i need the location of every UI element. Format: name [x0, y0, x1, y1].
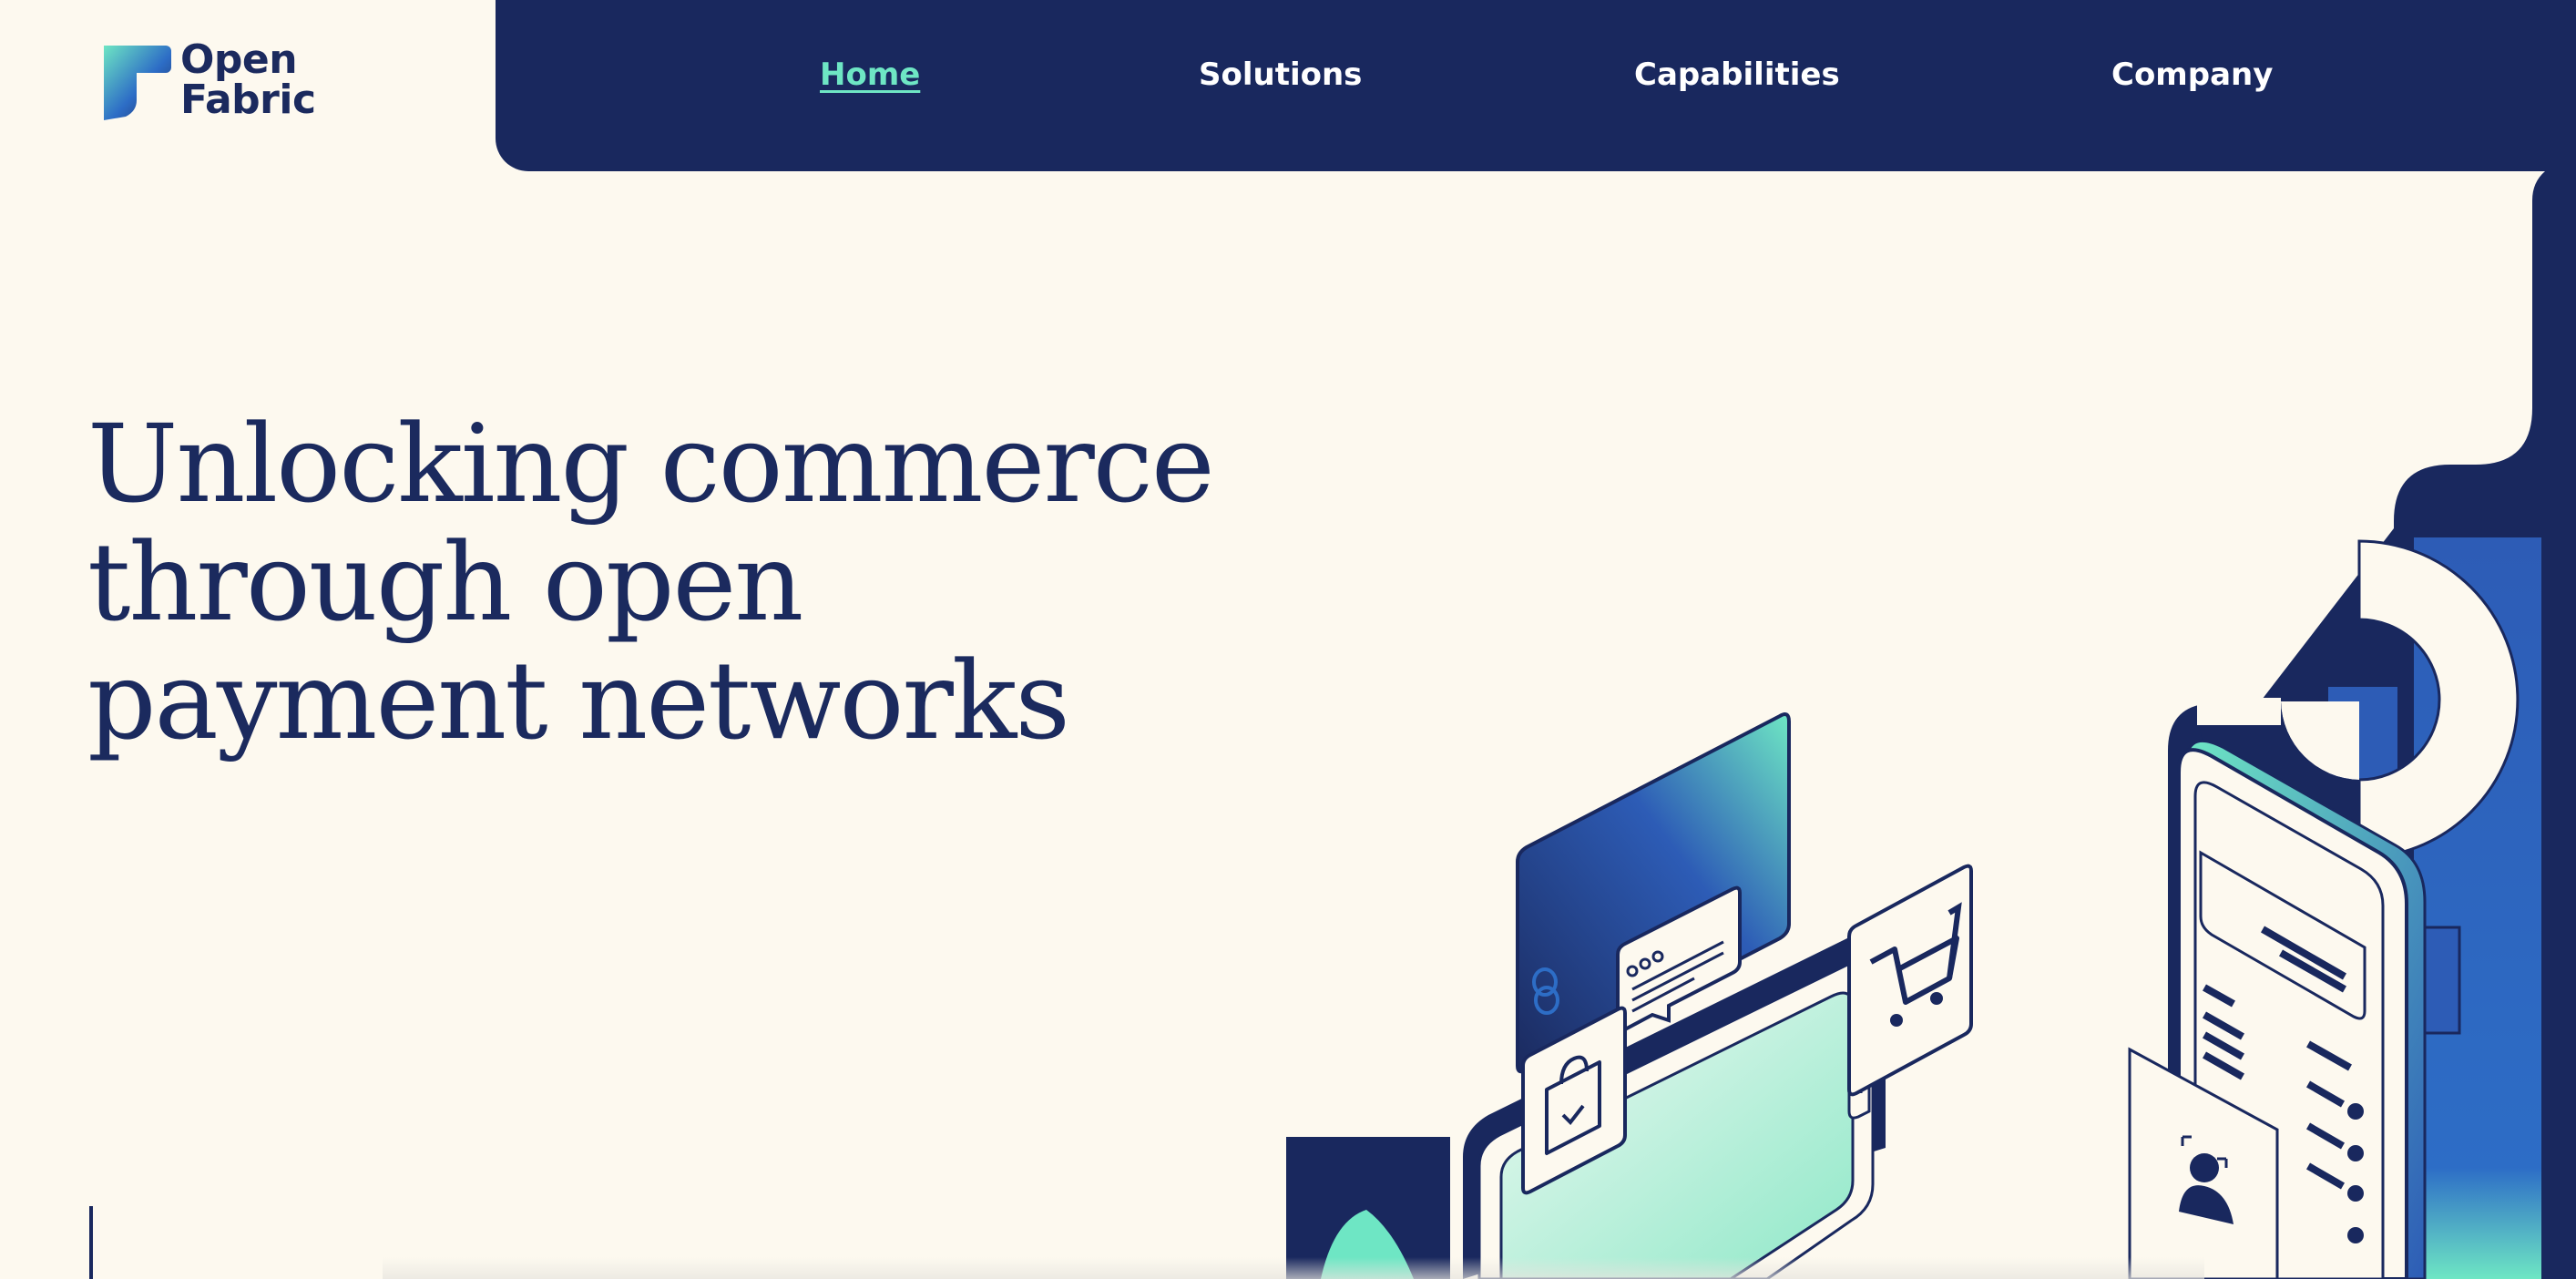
- nav-item-company[interactable]: Company: [2111, 56, 2273, 93]
- section-divider: [89, 1206, 93, 1279]
- nav-item-capabilities[interactable]: Capabilities: [1634, 56, 1840, 93]
- logo[interactable]: Open Fabric: [98, 36, 335, 124]
- bottom-shadow: [383, 1257, 2204, 1279]
- shopping-cart-icon: [1847, 864, 1973, 1097]
- logo-wordmark: Open Fabric: [180, 40, 316, 120]
- logo-text-line1: Open: [180, 36, 298, 83]
- hero-title-line: payment networks: [87, 638, 1070, 763]
- nav-item-solutions[interactable]: Solutions: [1199, 56, 1362, 93]
- hero-title-line: through open: [87, 519, 803, 645]
- nav-item-home[interactable]: Home: [820, 56, 920, 93]
- hero-illustration: [1286, 171, 2576, 1279]
- logo-mark-icon: [104, 46, 171, 120]
- main-navbar: Home Solutions Capabilities Company: [496, 0, 2576, 171]
- hero-title: Unlocking commerce through open payment …: [87, 404, 1381, 760]
- hero-title-line: Unlocking commerce: [87, 401, 1215, 527]
- logo-text-line2: Fabric: [180, 77, 316, 123]
